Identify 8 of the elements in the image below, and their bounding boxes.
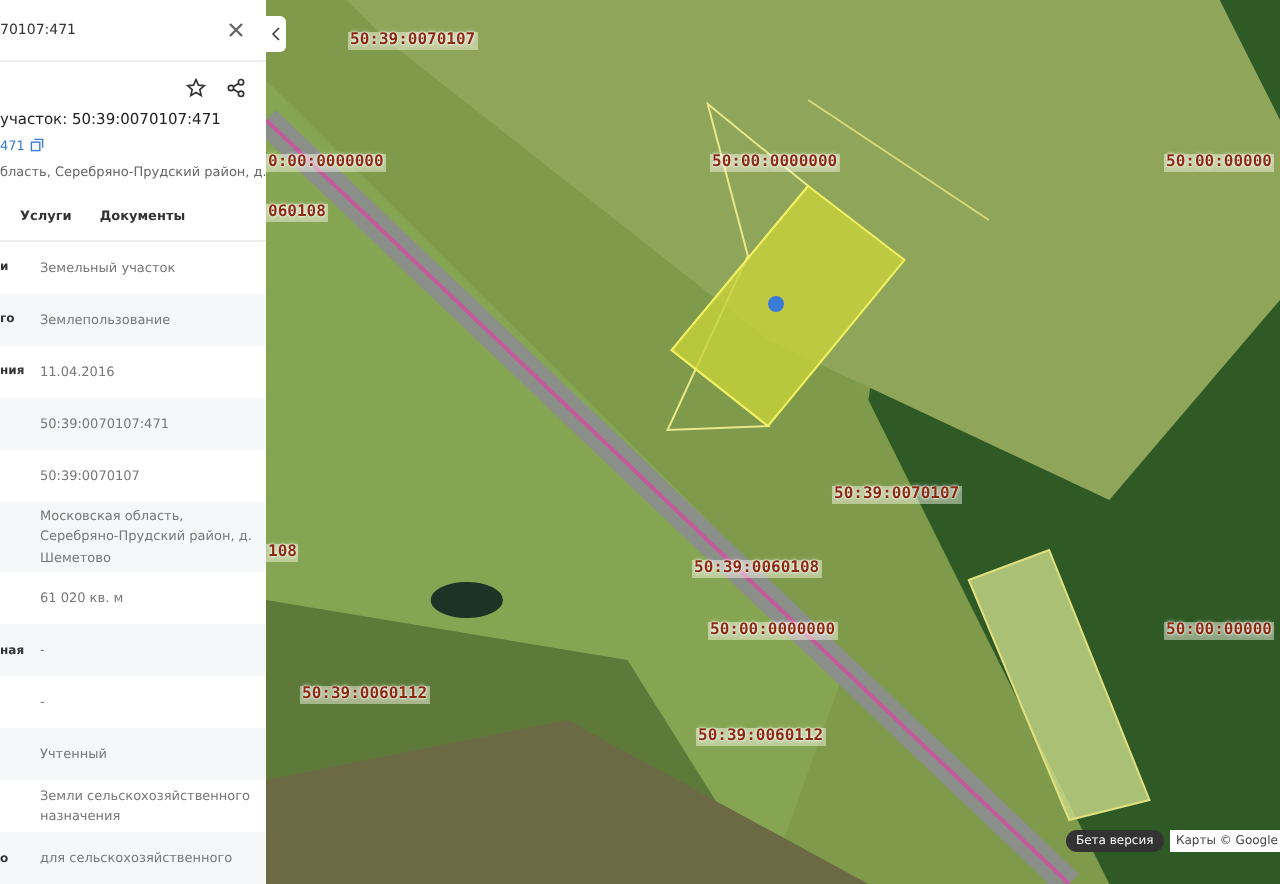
star-icon[interactable]	[186, 77, 206, 98]
copy-icon[interactable]	[30, 138, 45, 153]
collapse-panel-button[interactable]	[266, 16, 286, 52]
caret-icon	[270, 26, 282, 42]
share-icon[interactable]	[226, 77, 246, 98]
cadastral-number-label: 108	[266, 544, 299, 562]
close-icon[interactable]	[226, 19, 246, 40]
satellite-map-drawing[interactable]	[266, 0, 1280, 884]
